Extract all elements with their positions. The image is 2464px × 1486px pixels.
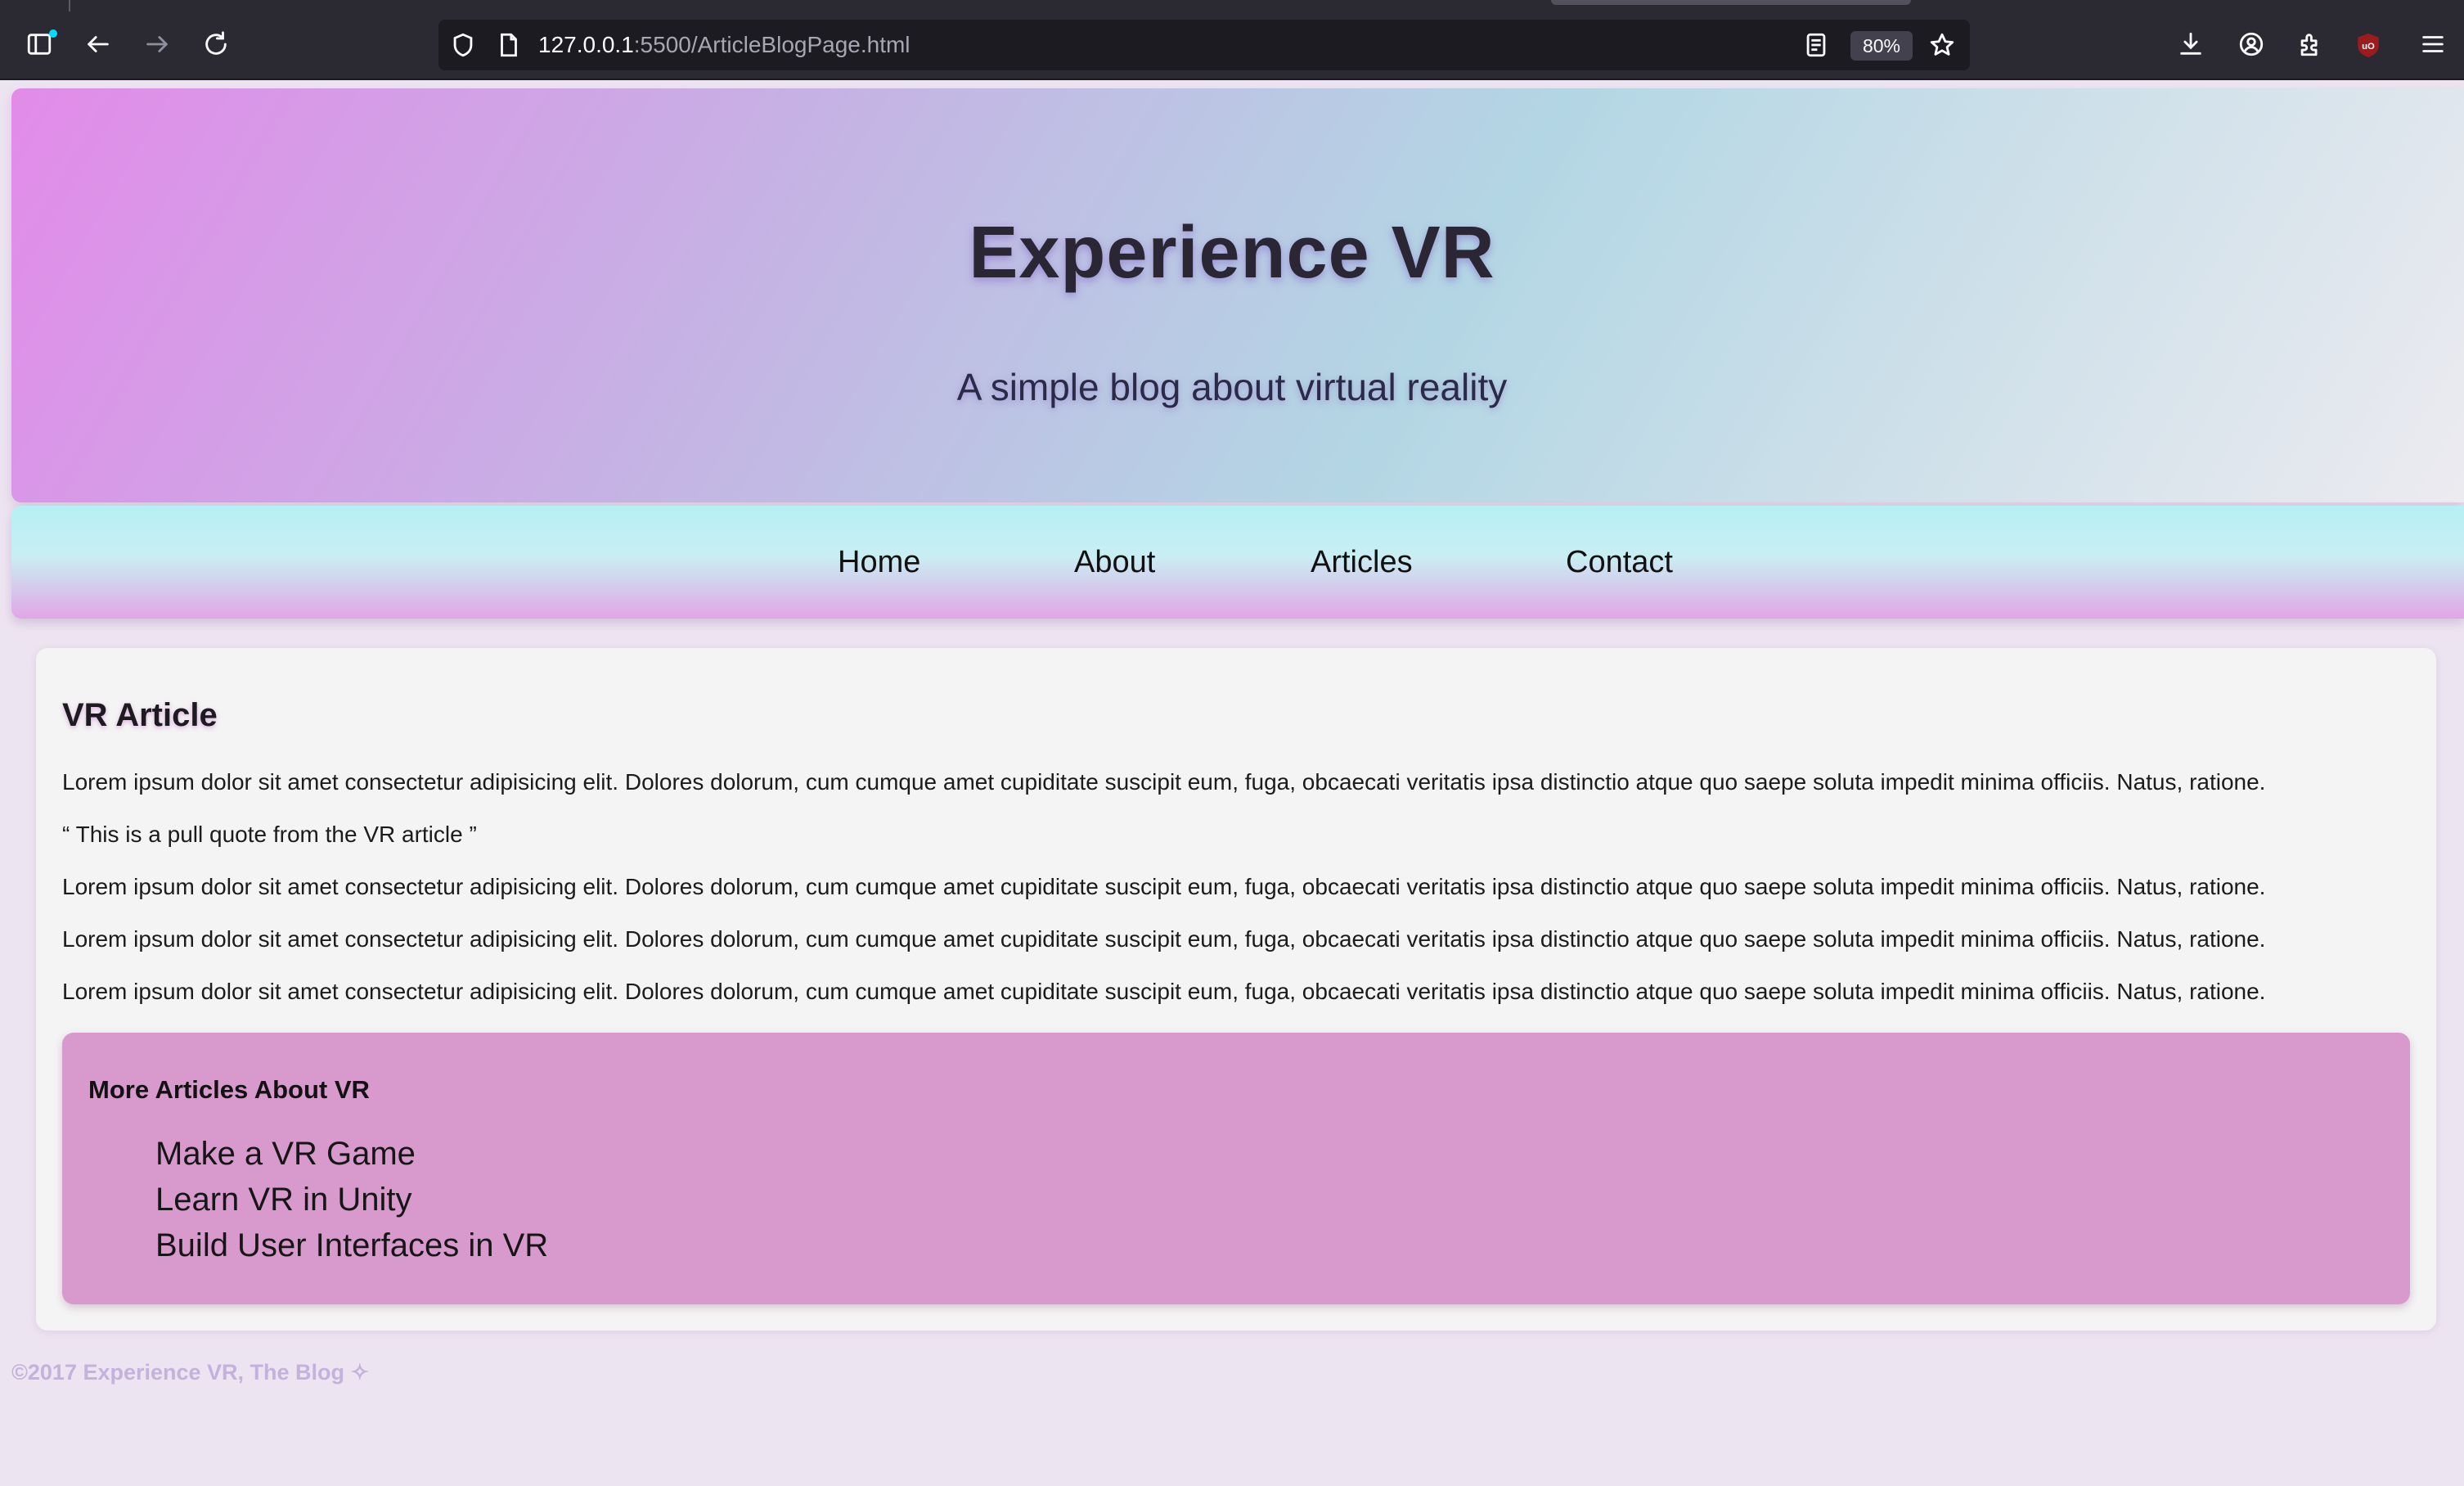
more-articles-box: More Articles About VR Make a VR Game Le… (62, 1033, 2410, 1304)
reload-icon[interactable] (196, 25, 236, 64)
download-icon[interactable] (2171, 25, 2210, 64)
list-item: Make a VR Game (155, 1131, 548, 1177)
list-item: Learn VR in Unity (155, 1177, 548, 1223)
nav-link-about[interactable]: About (1074, 506, 1155, 619)
article-paragraph: Lorem ipsum dolor sit amet consectetur a… (62, 874, 2266, 899)
article-paragraph: Lorem ipsum dolor sit amet consectetur a… (62, 979, 2266, 1004)
back-arrow-icon[interactable] (79, 25, 118, 64)
url-path: :5500/ArticleBlogPage.html (633, 32, 911, 57)
browser-toolbar: 127.0.0.1:5500/ArticleBlogPage.html 80% … (0, 11, 2464, 80)
article-paragraph: Lorem ipsum dolor sit amet consectetur a… (62, 926, 2266, 952)
article-title: VR Article (62, 697, 218, 733)
extensions-icon[interactable] (2291, 25, 2330, 64)
account-icon[interactable] (2232, 25, 2271, 64)
more-article-link[interactable]: Build User Interfaces in VR (155, 1227, 548, 1263)
sidebar-notification-dot (49, 29, 57, 38)
more-article-link[interactable]: Make a VR Game (155, 1136, 416, 1172)
site-title: Experience VR (969, 212, 1495, 294)
nav-link-home[interactable]: Home (838, 506, 920, 619)
list-item: Build User Interfaces in VR (155, 1223, 548, 1268)
svg-text:uO: uO (2362, 42, 2375, 52)
more-articles-title: More Articles About VR (88, 1075, 370, 1104)
url-text[interactable]: 127.0.0.1:5500/ArticleBlogPage.html (538, 20, 911, 70)
nav-link-articles[interactable]: Articles (1311, 506, 1413, 619)
web-page: Experience VR A simple blog about virtua… (0, 80, 2464, 1486)
more-articles-list: Make a VR Game Learn VR in Unity Build U… (155, 1131, 548, 1268)
url-host: 127.0.0.1 (538, 32, 634, 57)
url-bar[interactable]: 127.0.0.1:5500/ArticleBlogPage.html 80% (438, 20, 1970, 70)
star-icon[interactable] (1922, 25, 1962, 65)
forward-arrow-icon[interactable] (137, 25, 177, 64)
browser-tab-strip (0, 0, 2464, 11)
zoom-level-badge[interactable]: 80% (1850, 31, 1913, 61)
active-tab-edge[interactable] (1551, 0, 1911, 5)
reader-view-icon[interactable] (1796, 25, 1836, 65)
article-paragraph: Lorem ipsum dolor sit amet consectetur a… (62, 769, 2266, 795)
ublock-icon[interactable]: uO (2354, 31, 2382, 59)
shield-icon[interactable] (443, 25, 483, 65)
hamburger-menu-icon[interactable] (2413, 25, 2453, 64)
tab-separator (69, 0, 70, 11)
nav-link-contact[interactable]: Contact (1566, 506, 1673, 619)
hero-header: Experience VR A simple blog about virtua… (11, 88, 2464, 502)
article-card: VR Article Lorem ipsum dolor sit amet co… (36, 648, 2436, 1331)
site-subtitle: A simple blog about virtual reality (956, 366, 1508, 408)
pull-quote: “ This is a pull quote from the VR artic… (62, 822, 477, 847)
more-article-link[interactable]: Learn VR in Unity (155, 1182, 411, 1218)
page-icon (489, 25, 528, 65)
main-navigation: Home About Articles Contact (11, 506, 2464, 619)
footer-copyright: ©2017 Experience VR, The Blog ✧ (11, 1360, 370, 1385)
